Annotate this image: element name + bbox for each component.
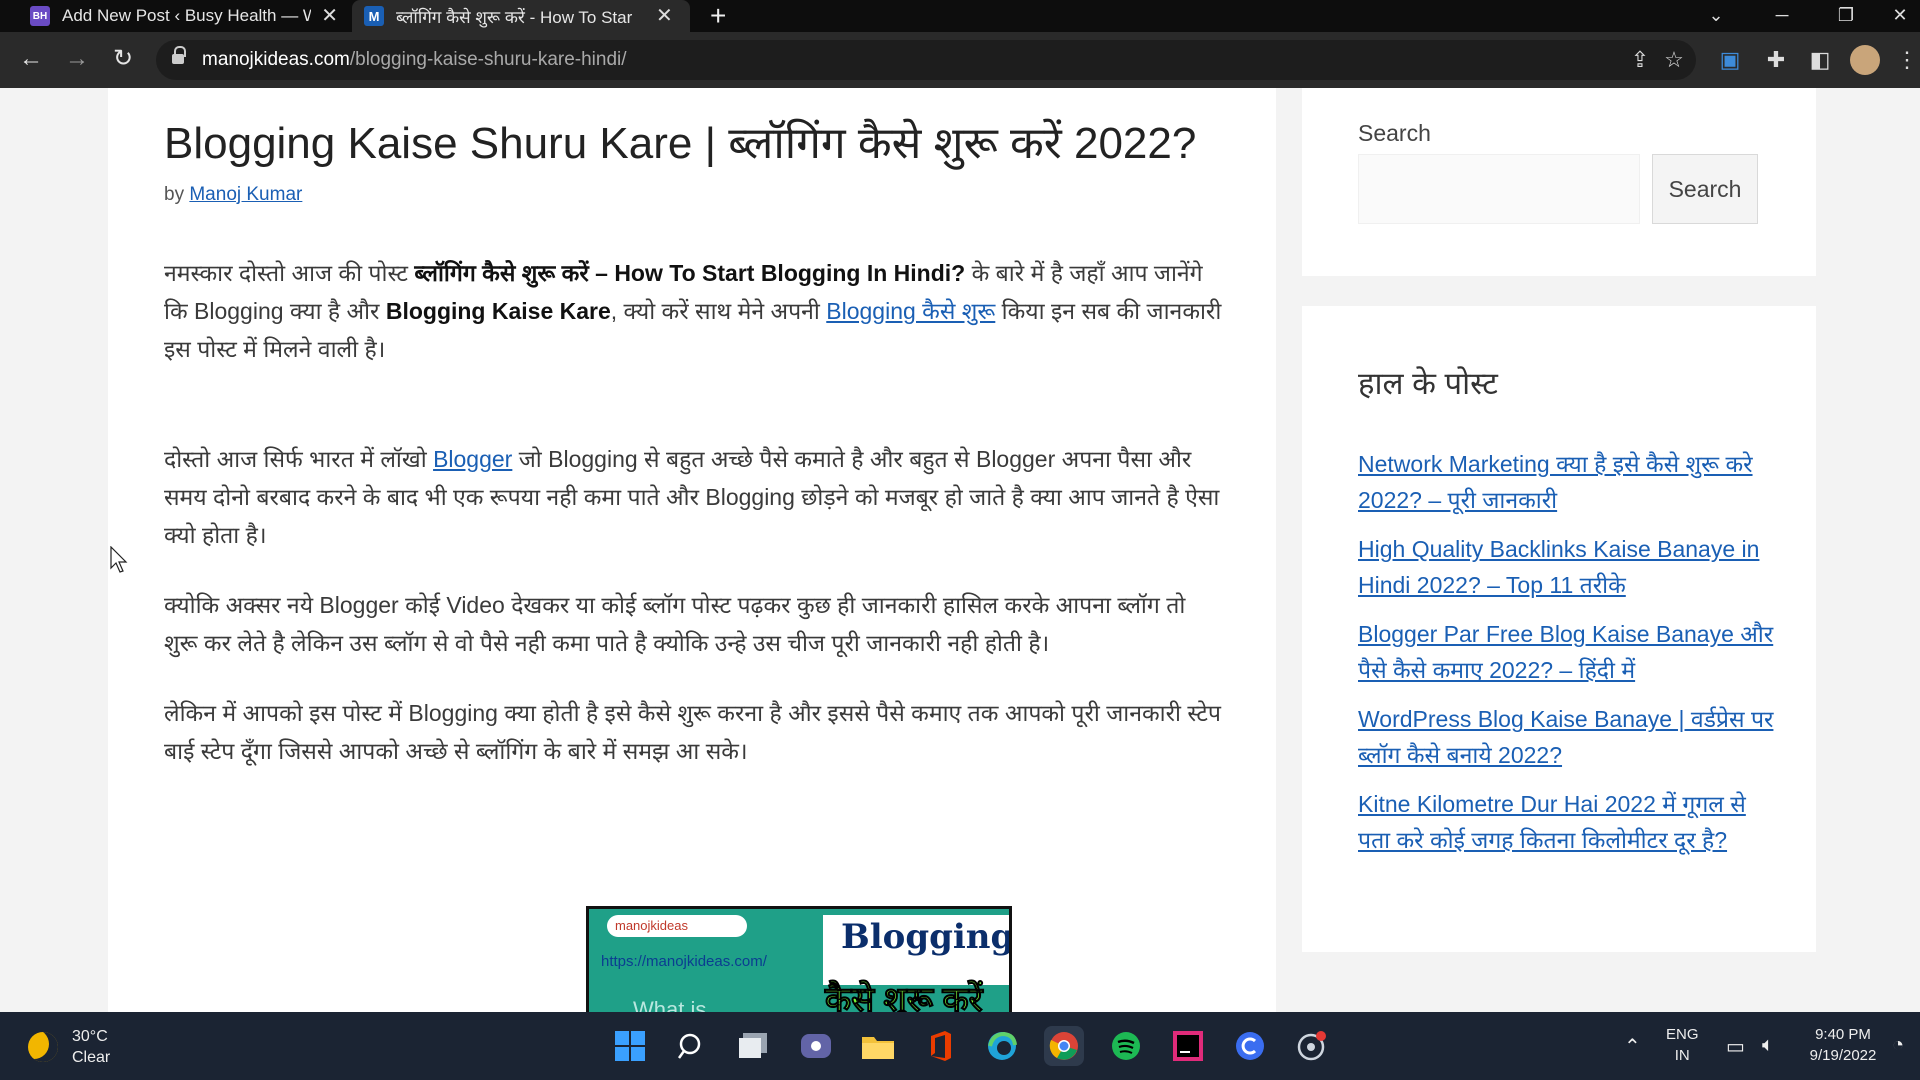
search-label: Search bbox=[1358, 120, 1431, 146]
article-content: Blogging Kaise Shuru Kare | ब्लॉगिंग कैस… bbox=[164, 116, 1224, 770]
notification-icon[interactable]: ◔ bbox=[1892, 1034, 1904, 1057]
restore-icon[interactable]: ❐ bbox=[1826, 0, 1866, 32]
weather-temp: 30°C bbox=[72, 1028, 108, 1045]
recent-post-link[interactable]: Blogger Par Free Blog Kaise Banaye और पै… bbox=[1358, 621, 1773, 683]
new-tab-button[interactable]: + bbox=[710, 0, 726, 32]
featured-image[interactable]: manojkideas https://manojkideas.com/ Blo… bbox=[586, 906, 1012, 1012]
task-view-icon[interactable] bbox=[734, 1026, 774, 1066]
author-link[interactable]: Manoj Kumar bbox=[189, 184, 302, 205]
volume-icon[interactable]: 🔈︎ bbox=[1762, 1034, 1774, 1057]
extension-icon[interactable]: ▣ bbox=[1716, 46, 1744, 74]
side-panel-icon[interactable]: ◧ bbox=[1806, 46, 1834, 74]
share-icon[interactable]: ⇪ bbox=[1626, 46, 1654, 74]
recent-posts-heading: हाल के पोस्ट bbox=[1358, 366, 1498, 401]
search-icon[interactable] bbox=[672, 1026, 712, 1066]
clock[interactable]: 9:40 PM 9/19/2022 bbox=[1806, 1024, 1880, 1066]
windows-start-icon[interactable] bbox=[610, 1026, 650, 1066]
minimize-icon[interactable]: ─ bbox=[1762, 0, 1802, 32]
extensions-puzzle-icon[interactable]: ✚ bbox=[1762, 46, 1790, 74]
article-container: Blogging Kaise Shuru Kare | ब्लॉगिंग कैस… bbox=[108, 88, 1276, 1012]
weather-widget[interactable]: 30°C Clear bbox=[28, 1026, 110, 1068]
spotify-icon[interactable] bbox=[1106, 1026, 1146, 1066]
language-indicator[interactable]: ENG IN bbox=[1666, 1024, 1699, 1066]
close-window-icon[interactable]: ✕ bbox=[1880, 0, 1920, 32]
canva-icon[interactable] bbox=[1230, 1026, 1270, 1066]
edge-browser-icon[interactable] bbox=[982, 1026, 1022, 1066]
close-tab-icon[interactable]: ✕ bbox=[321, 6, 338, 26]
mouse-cursor-icon bbox=[110, 546, 128, 573]
blogger-link[interactable]: Blogger bbox=[433, 446, 512, 472]
web-page: Blogging Kaise Shuru Kare | ब्लॉगिंग कैस… bbox=[0, 88, 1920, 1012]
search-widget: Search Search bbox=[1302, 88, 1816, 276]
recent-post-link[interactable]: WordPress Blog Kaise Banaye | वर्डप्रेस … bbox=[1358, 706, 1773, 768]
tab-title: Add New Post ‹ Busy Health — W bbox=[62, 6, 312, 25]
list-item: High Quality Backlinks Kaise Banaye in H… bbox=[1358, 531, 1778, 603]
forward-arrow-icon[interactable]: → bbox=[62, 44, 92, 74]
jetbrains-icon[interactable] bbox=[1168, 1026, 1208, 1066]
browser-toolbar: ← → ↻ manojkideas.com/blogging-kaise-shu… bbox=[0, 32, 1920, 88]
back-arrow-icon[interactable]: ← bbox=[16, 44, 46, 74]
thumb-brand-pill: manojkideas bbox=[607, 915, 747, 937]
list-item: WordPress Blog Kaise Banaye | वर्डप्रेस … bbox=[1358, 701, 1778, 773]
thumb-hindi-text: कैसे शुरू करें bbox=[825, 981, 984, 1013]
thumb-subtext: What is bbox=[633, 997, 707, 1012]
file-explorer-icon[interactable] bbox=[858, 1026, 898, 1066]
recent-post-link[interactable]: Network Marketing क्या है इसे कैसे शुरू … bbox=[1358, 451, 1753, 513]
network-icon[interactable]: ▭ bbox=[1726, 1034, 1745, 1059]
app-icon[interactable] bbox=[1292, 1026, 1332, 1066]
byline: by Manoj Kumar bbox=[164, 184, 1224, 206]
bookmark-star-icon[interactable]: ☆ bbox=[1660, 46, 1688, 74]
tab-blogging-kaise-shuru[interactable]: M ब्लॉगिंग कैसे शुरू करें - How To Star … bbox=[352, 0, 690, 32]
office-icon[interactable] bbox=[920, 1026, 960, 1066]
blogging-kaise-link[interactable]: Blogging कैसे शुरू bbox=[826, 298, 995, 324]
paragraph-new-bloggers: क्योकि अक्सर नये Blogger कोई Video देखकर… bbox=[164, 592, 1186, 656]
tab-search-chevron-icon[interactable]: ⌄ bbox=[1696, 0, 1736, 32]
tab-title: ब्लॉगिंग कैसे शुरू करें - How To Star bbox=[396, 7, 633, 27]
weather-condition: Clear bbox=[72, 1049, 111, 1066]
search-button[interactable]: Search bbox=[1652, 154, 1758, 224]
list-item: Blogger Par Free Blog Kaise Banaye और पै… bbox=[1358, 616, 1778, 688]
menu-kebab-icon[interactable]: ⋮ bbox=[1896, 46, 1918, 74]
byline-prefix: by bbox=[164, 184, 185, 205]
url-text[interactable]: manojkideas.com/blogging-kaise-shuru-kar… bbox=[202, 49, 627, 71]
thumb-heading: Blogging bbox=[841, 917, 1012, 957]
moon-icon bbox=[28, 1032, 58, 1062]
recent-post-link[interactable]: Kitne Kilometre Dur Hai 2022 में गूगल से… bbox=[1358, 791, 1746, 853]
thumb-url: https://manojkideas.com/ bbox=[601, 953, 767, 970]
address-bar[interactable]: manojkideas.com/blogging-kaise-shuru-kar… bbox=[156, 40, 1696, 80]
profile-avatar[interactable] bbox=[1850, 45, 1880, 75]
tab-add-new-post[interactable]: BH Add New Post ‹ Busy Health — W ✕ bbox=[18, 0, 350, 32]
paragraph-step-by-step: लेकिन में आपको इस पोस्ट में Blogging क्य… bbox=[164, 700, 1221, 764]
recent-post-link[interactable]: High Quality Backlinks Kaise Banaye in H… bbox=[1358, 536, 1759, 598]
manojkideas-favicon-icon: M bbox=[364, 6, 384, 26]
post-title: Blogging Kaise Shuru Kare | ब्लॉगिंग कैस… bbox=[164, 119, 1197, 168]
search-input[interactable] bbox=[1358, 154, 1640, 224]
chevron-up-icon[interactable]: ⌃ bbox=[1624, 1034, 1641, 1059]
list-item: Kitne Kilometre Dur Hai 2022 में गूगल से… bbox=[1358, 786, 1778, 858]
browser-tab-strip: BH Add New Post ‹ Busy Health — W ✕ M ब्… bbox=[0, 0, 1920, 32]
paragraph-bloggers: दोस्तो आज सिर्फ भारत में लॉखो Blogger जो… bbox=[164, 446, 1220, 548]
windows-taskbar: 30°C Clear ⌃ ENG IN ▭ 🔈︎ 9:40 PM 9/19/20… bbox=[0, 1012, 1920, 1080]
paragraph-intro: नमस्कार दोस्तो आज की पोस्ट ब्लॉगिंग कैसे… bbox=[164, 260, 1222, 362]
recent-posts-list: Network Marketing क्या है इसे कैसे शुरू … bbox=[1358, 446, 1778, 871]
reload-icon[interactable]: ↻ bbox=[108, 44, 138, 74]
list-item: Network Marketing क्या है इसे कैसे शुरू … bbox=[1358, 446, 1778, 518]
lock-icon[interactable] bbox=[172, 46, 186, 65]
chrome-browser-icon[interactable] bbox=[1044, 1026, 1084, 1066]
close-tab-icon[interactable]: ✕ bbox=[656, 6, 673, 26]
teams-chat-icon[interactable] bbox=[796, 1026, 836, 1066]
recent-posts-widget: हाल के पोस्ट Network Marketing क्या है इ… bbox=[1302, 306, 1816, 952]
busy-health-favicon-icon: BH bbox=[30, 6, 50, 26]
